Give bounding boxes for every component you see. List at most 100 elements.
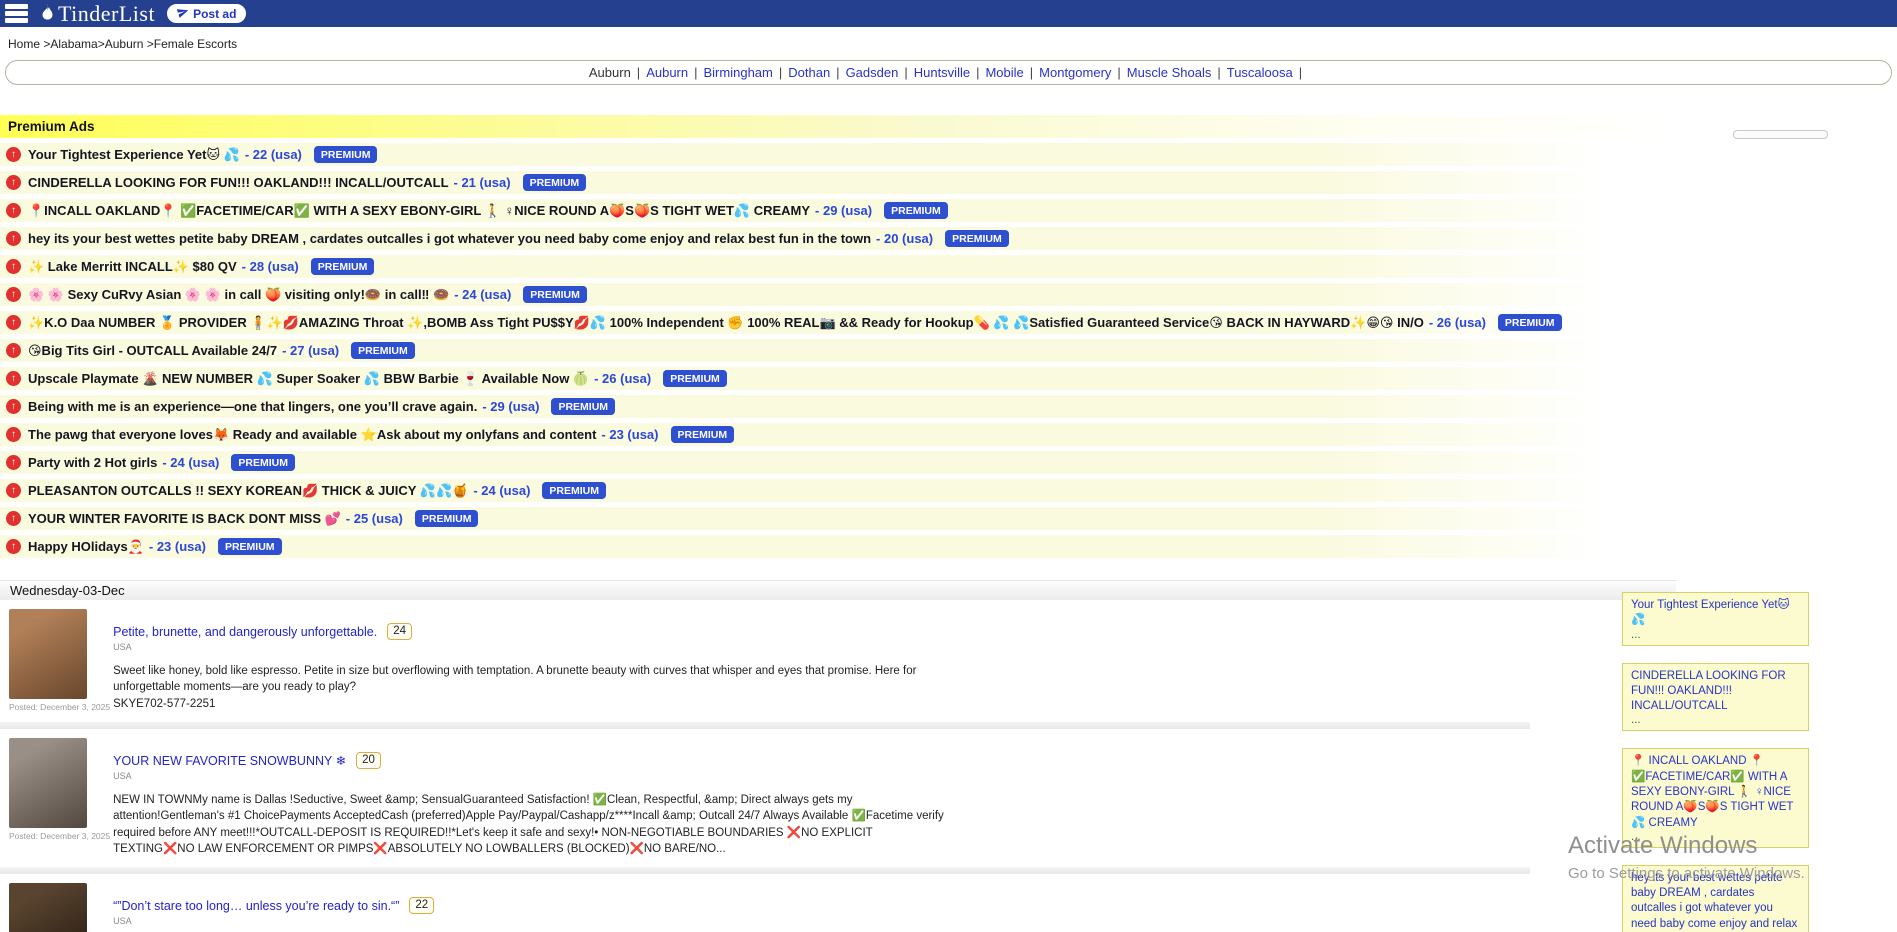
city-link-dothan[interactable]: Dothan (788, 65, 830, 80)
premium-ad-title[interactable]: Happy HOlidays🎅 (28, 539, 144, 555)
premium-ad-title[interactable]: ✨ Lake Merritt INCALL✨ $80 QV (28, 259, 237, 275)
up-arrow-icon: ↑ (6, 399, 21, 414)
premium-badge[interactable]: PREMIUM (218, 538, 282, 555)
flame-icon (39, 1, 56, 26)
premium-ad-title[interactable]: Your Tightest Experience Yet🐱 💦 (28, 147, 240, 163)
sidebar-ad-title[interactable]: 📍 INCALL OAKLAND 📍 ✅FACETIME/CAR✅ WITH A… (1631, 754, 1800, 830)
premium-ad-title[interactable]: Party with 2 Hot girls (28, 455, 157, 470)
breadcrumb-link-auburn[interactable]: Auburn (105, 37, 144, 51)
premium-ad-age: - 29 (usa) (482, 399, 539, 414)
premium-ad-title[interactable]: CINDERELLA LOOKING FOR FUN!!! OAKLAND!!!… (28, 175, 449, 190)
city-link-gadsden[interactable]: Gadsden (846, 65, 899, 80)
premium-ad-age: - 24 (usa) (454, 287, 511, 302)
premium-badge[interactable]: PREMIUM (551, 398, 615, 415)
premium-ad-age: - 24 (usa) (162, 455, 219, 470)
premium-badge[interactable]: PREMIUM (945, 230, 1009, 247)
up-arrow-icon: ↑ (6, 147, 21, 162)
premium-ad-age: - 28 (usa) (242, 259, 299, 274)
listing-title-link[interactable]: YOUR NEW FAVORITE SNOWBUNNY ❄ (113, 753, 346, 768)
sidebar-ad-box[interactable]: hey its your best wettes petite baby DRE… (1622, 865, 1809, 932)
listing-body: Petite, brunette, and dangerously unforg… (113, 609, 953, 712)
premium-badge[interactable]: PREMIUM (523, 174, 587, 191)
city-link-auburn[interactable]: Auburn (646, 65, 688, 80)
premium-ad-title[interactable]: The pawg that everyone loves🦊 Ready and … (28, 427, 596, 443)
premium-badge[interactable]: PREMIUM (884, 202, 948, 219)
sidebar-ad-box[interactable]: Your Tightest Experience Yet🐱 💦... (1622, 592, 1809, 646)
breadcrumb-separator: > (143, 37, 153, 51)
sidebar-ad-title[interactable]: Your Tightest Experience Yet🐱 💦 (1631, 598, 1800, 629)
premium-ad-title[interactable]: 😘Big Tits Girl - OUTCALL Available 24/7 (28, 343, 277, 359)
premium-badge[interactable]: PREMIUM (351, 342, 415, 359)
premium-ad-title[interactable]: Being with me is an experience—one that … (28, 399, 477, 414)
sidebar-ad-box[interactable]: CINDERELLA LOOKING FOR FUN!!! OAKLAND!!!… (1622, 663, 1809, 732)
breadcrumb-link-home[interactable]: Home (8, 37, 40, 51)
city-link-mobile[interactable]: Mobile (985, 65, 1023, 80)
listing-location: USA (113, 771, 953, 781)
breadcrumb: Home >Alabama>Auburn >Female Escorts (0, 27, 1897, 51)
premium-ad-row: ↑CINDERELLA LOOKING FOR FUN!!! OAKLAND!!… (0, 171, 1676, 194)
premium-badge[interactable]: PREMIUM (314, 146, 378, 163)
listing-thumbnail[interactable] (9, 883, 87, 932)
premium-badge[interactable]: PREMIUM (663, 370, 727, 387)
breadcrumb-link-female-escorts[interactable]: Female Escorts (154, 37, 237, 51)
sidebar-ad-title[interactable]: CINDERELLA LOOKING FOR FUN!!! OAKLAND!!!… (1631, 669, 1800, 715)
city-link-birmingham[interactable]: Birmingham (704, 65, 773, 80)
premium-ad-age: - 25 (usa) (346, 511, 403, 526)
premium-badge[interactable]: PREMIUM (415, 510, 479, 527)
listing-title-row: “”Don’t stare too long… unless you’re re… (113, 897, 953, 914)
premium-ad-title[interactable]: hey its your best wettes petite baby DRE… (28, 231, 871, 246)
sidebar-ad-box[interactable]: 📍 INCALL OAKLAND 📍 ✅FACETIME/CAR✅ WITH A… (1622, 748, 1809, 847)
listing-body: YOUR NEW FAVORITE SNOWBUNNY ❄20USANEW IN… (113, 738, 953, 857)
city-separator: | (1030, 65, 1033, 80)
premium-ad-title[interactable]: Upscale Playmate 🌋 NEW NUMBER 💦 Super So… (28, 371, 589, 387)
city-link-muscle-shoals[interactable]: Muscle Shoals (1127, 65, 1212, 80)
premium-ad-row: ↑ 😘Big Tits Girl - OUTCALL Available 24/7… (0, 339, 1676, 362)
listing-thumbnail[interactable] (9, 738, 87, 828)
premium-ad-row: ↑Party with 2 Hot girls - 24 (usa)PREMIU… (0, 451, 1676, 474)
listing-location: USA (113, 642, 953, 652)
listing-left-column: Posted: December 3, 2025 (0, 883, 110, 932)
city-link-montgomery[interactable]: Montgomery (1039, 65, 1111, 80)
listing-body: “”Don’t stare too long… unless you’re re… (113, 883, 953, 932)
up-arrow-icon: ↑ (6, 315, 21, 330)
listing-divider (0, 722, 1530, 729)
listing-divider (0, 867, 1530, 874)
listing-row: Posted: December 3, 2025“”Don’t stare to… (0, 874, 1530, 932)
hamburger-menu-icon[interactable] (3, 3, 30, 24)
city-link-huntsville[interactable]: Huntsville (914, 65, 970, 80)
listing-row: Posted: December 3, 2025YOUR NEW FAVORIT… (0, 729, 1530, 857)
brand-logo[interactable]: TinderList (39, 1, 155, 27)
listing-posted-date: Posted: December 3, 2025 (9, 702, 110, 712)
sidebar-ad-title[interactable]: hey its your best wettes petite baby DRE… (1631, 871, 1800, 932)
premium-ad-row: ↑YOUR WINTER FAVORITE IS BACK DONT MISS … (0, 507, 1676, 530)
premium-ad-title[interactable]: ✨K.O Daa NUMBER 🏅 PROVIDER 🧍✨💋AMAZING Th… (28, 315, 1424, 331)
premium-badge[interactable]: PREMIUM (311, 258, 375, 275)
listing-posted-date: Posted: December 3, 2025 (9, 831, 110, 841)
breadcrumb-link-alabama[interactable]: Alabama (50, 37, 97, 51)
premium-ad-title[interactable]: PLEASANTON OUTCALLS !! SEXY KOREAN💋 THIC… (28, 483, 468, 499)
listing-location: USA (113, 916, 953, 926)
city-separator: | (1299, 65, 1302, 80)
premium-ad-row: ↑ ✨K.O Daa NUMBER 🏅 PROVIDER 🧍✨💋AMAZING T… (0, 311, 1676, 334)
listing-title-link[interactable]: Petite, brunette, and dangerously unforg… (113, 625, 377, 639)
up-arrow-icon: ↑ (6, 343, 21, 358)
embedded-scrollbar[interactable] (1733, 130, 1828, 139)
premium-ad-title[interactable]: 📍INCALL OAKLAND📍 ✅FACETIME/CAR✅ WITH A S… (28, 203, 810, 219)
city-link-tuscaloosa[interactable]: Tuscaloosa (1227, 65, 1293, 80)
sidebar-ad-more: ... (1631, 629, 1800, 641)
premium-ad-age: - 22 (usa) (245, 147, 302, 162)
listing-thumbnail[interactable] (9, 609, 87, 699)
premium-ad-title[interactable]: 🌸 🌸 Sexy CuRvy Asian 🌸 🌸 in call 🍑 visit… (28, 287, 449, 303)
premium-ad-title[interactable]: YOUR WINTER FAVORITE IS BACK DONT MISS 💕 (28, 511, 341, 527)
breadcrumb-separator: > (40, 37, 50, 51)
listing-left-column: Posted: December 3, 2025 (0, 609, 110, 712)
premium-badge[interactable]: PREMIUM (542, 482, 606, 499)
paper-plane-icon (177, 6, 189, 21)
premium-badge[interactable]: PREMIUM (671, 426, 735, 443)
premium-badge[interactable]: PREMIUM (523, 286, 587, 303)
premium-badge[interactable]: PREMIUM (1498, 314, 1562, 331)
listing-title-link[interactable]: “”Don’t stare too long… unless you’re re… (113, 899, 399, 913)
premium-badge[interactable]: PREMIUM (231, 454, 295, 471)
post-ad-button[interactable]: Post ad (167, 4, 246, 23)
premium-sidebar: Your Tightest Experience Yet🐱 💦... CINDER… (1622, 592, 1809, 932)
